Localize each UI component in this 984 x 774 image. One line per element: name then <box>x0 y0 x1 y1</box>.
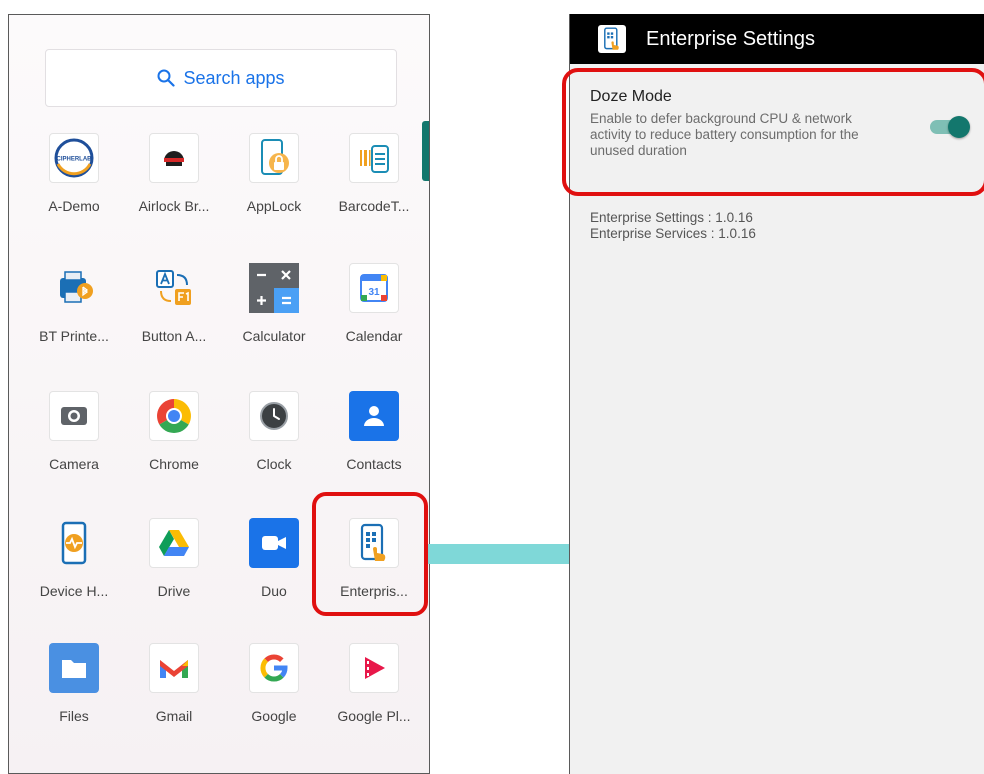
app-label: Google Pl... <box>337 708 411 724</box>
app-label: Calculator <box>242 328 306 344</box>
device-health-icon <box>49 518 99 568</box>
search-apps-bar[interactable]: Search apps <box>45 49 397 107</box>
gmail-icon <box>149 643 199 693</box>
app-label: Duo <box>261 583 287 599</box>
google-play-movies-icon <box>349 643 399 693</box>
app-label: Google <box>251 708 297 724</box>
app-bt-printer[interactable]: BT Printe... <box>24 263 124 381</box>
button-assign-icon <box>149 263 199 313</box>
app-chrome[interactable]: Chrome <box>124 391 224 509</box>
calendar-icon: 31 <box>349 263 399 313</box>
app-label: Clock <box>256 456 292 472</box>
airlock-icon <box>149 133 199 183</box>
search-icon <box>157 69 176 87</box>
app-label: Chrome <box>149 456 199 472</box>
search-apps-label: Search apps <box>183 67 285 88</box>
bt-printer-icon <box>49 263 99 313</box>
app-label: Camera <box>49 456 99 472</box>
applock-icon <box>249 133 299 183</box>
contacts-icon <box>349 391 399 441</box>
app-gmail[interactable]: Gmail <box>124 643 224 761</box>
app-camera[interactable]: Camera <box>24 391 124 509</box>
clock-icon <box>249 391 299 441</box>
enterprise-settings-icon <box>598 25 626 53</box>
svg-text:31: 31 <box>368 287 380 298</box>
cipherlab-icon: CIPHERLAB <box>49 133 99 183</box>
app-files[interactable]: Files <box>24 643 124 761</box>
app-applock[interactable]: AppLock <box>224 133 324 251</box>
version-info: Enterprise Settings : 1.0.16 Enterprise … <box>590 210 756 242</box>
app-google-play-movies[interactable]: Google Pl... <box>324 643 424 761</box>
app-label: Drive <box>157 583 191 599</box>
app-label: Airlock Br... <box>138 198 210 214</box>
app-label: Files <box>59 708 89 724</box>
app-label: BarcodeT... <box>338 198 410 214</box>
app-calendar[interactable]: 31 Calendar <box>324 263 424 381</box>
app-label: BT Printe... <box>39 328 109 344</box>
enterprise-services-version: Enterprise Services : 1.0.16 <box>590 226 756 241</box>
enterprise-app-highlight <box>312 492 428 616</box>
app-button-assignment[interactable]: Button A... <box>124 263 224 381</box>
files-icon <box>49 643 99 693</box>
page-title: Enterprise Settings <box>646 27 815 50</box>
app-calculator[interactable]: Calculator <box>224 263 324 381</box>
app-device-health[interactable]: Device H... <box>24 518 124 636</box>
google-icon <box>249 643 299 693</box>
chrome-icon <box>149 391 199 441</box>
duo-icon <box>249 518 299 568</box>
calculator-icon <box>249 263 299 313</box>
app-bar: Enterprise Settings <box>570 14 984 64</box>
app-google[interactable]: Google <box>224 643 324 761</box>
app-duo[interactable]: Duo <box>224 518 324 636</box>
app-a-demo[interactable]: CIPHERLAB A-Demo <box>24 133 124 251</box>
app-drawer: Search apps CIPHERLAB A-Demo Airlock Br.… <box>8 14 430 774</box>
app-clock[interactable]: Clock <box>224 391 324 509</box>
app-label: Gmail <box>155 708 193 724</box>
svg-text:CIPHERLAB: CIPHERLAB <box>56 157 92 163</box>
app-label: AppLock <box>246 198 302 214</box>
app-airlock-browser[interactable]: Airlock Br... <box>124 133 224 251</box>
app-label: Button A... <box>141 328 207 344</box>
app-label: Contacts <box>346 456 402 472</box>
app-barcode[interactable]: BarcodeT... <box>324 133 424 251</box>
enterprise-settings-version: Enterprise Settings : 1.0.16 <box>590 210 753 225</box>
doze-mode-highlight <box>562 68 984 196</box>
app-label: Calendar <box>345 328 403 344</box>
drive-icon <box>149 518 199 568</box>
camera-icon <box>49 391 99 441</box>
app-label: Device H... <box>39 583 109 599</box>
app-drive[interactable]: Drive <box>124 518 224 636</box>
app-label: A-Demo <box>48 198 100 214</box>
barcode-icon <box>349 133 399 183</box>
